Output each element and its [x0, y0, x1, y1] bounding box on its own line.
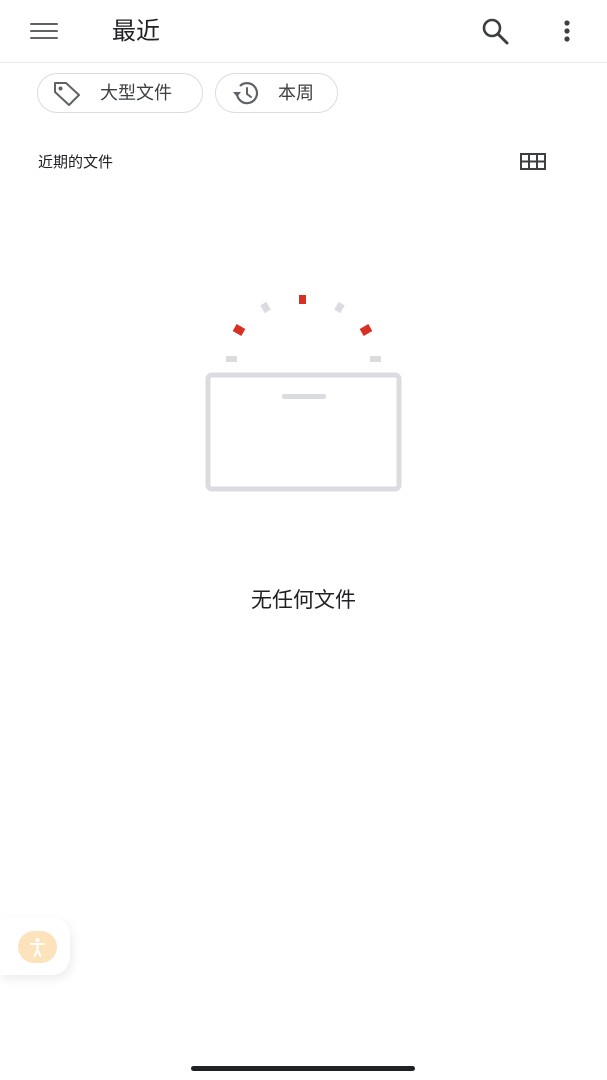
app-bar: 最近 — [0, 0, 607, 63]
home-indicator[interactable] — [191, 1066, 415, 1071]
filter-chip-label: 大型文件 — [100, 83, 172, 104]
page-title: 最近 — [112, 17, 160, 45]
history-icon — [230, 80, 260, 106]
filter-chip-this-week[interactable]: 本周 — [215, 73, 338, 113]
empty-folder-illustration — [200, 290, 410, 500]
more-vert-icon[interactable] — [552, 14, 582, 48]
filter-chip-large-files[interactable]: 大型文件 — [37, 73, 203, 113]
grid-view-icon[interactable] — [518, 150, 548, 174]
search-icon[interactable] — [478, 14, 512, 48]
empty-state-message: 无任何文件 — [251, 588, 356, 612]
section-title: 近期的文件 — [38, 153, 114, 171]
accessibility-shortcut[interactable] — [0, 917, 70, 975]
tag-icon — [52, 80, 82, 106]
accessibility-icon[interactable] — [18, 931, 57, 963]
filter-chip-label: 本周 — [278, 83, 314, 104]
hamburger-menu-icon[interactable] — [24, 13, 64, 49]
